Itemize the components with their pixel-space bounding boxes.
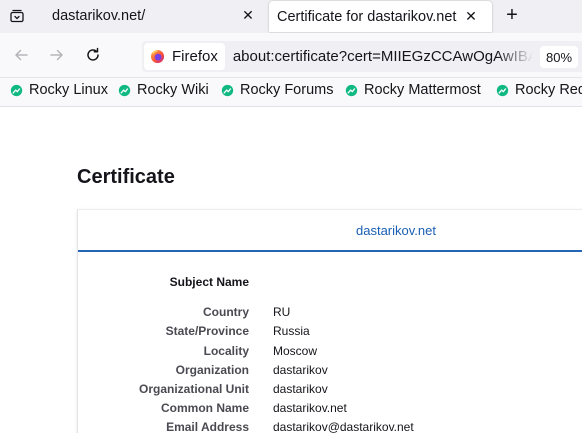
field-value: dastarikov [273, 363, 328, 377]
field-value: dastarikov.net [273, 401, 347, 415]
identity-label: Firefox [172, 48, 218, 65]
tab-dastarikov[interactable]: dastarikov.net/ ✕ [40, 0, 267, 31]
field-label: State/Province [165, 324, 249, 338]
bookmark-label: Rocky Red [515, 82, 582, 98]
tab-strip: dastarikov.net/ ✕ Certificate for dastar… [0, 0, 582, 33]
rocky-logo-icon [496, 84, 509, 96]
close-icon[interactable]: ✕ [462, 8, 480, 26]
url-bar[interactable]: Firefox about:certificate?cert=MIIEGzCCA… [142, 41, 582, 72]
tab-certificate-dastarikov[interactable]: dastarikov.net [78, 210, 582, 252]
tab-title: dastarikov.net/ [52, 7, 146, 24]
firefox-logo-icon [150, 49, 165, 64]
zoom-button[interactable]: 80% [540, 46, 579, 68]
plus-icon[interactable]: + [500, 3, 524, 27]
arrow-right-icon[interactable] [46, 44, 68, 66]
field-value: RU [273, 305, 291, 319]
rocky-logo-icon [118, 84, 131, 96]
identity-box[interactable]: Firefox [144, 43, 225, 70]
field-value: dastarikov [273, 382, 328, 396]
field-row-locality: Locality Moscow [78, 344, 582, 363]
field-value: Moscow [273, 344, 318, 358]
page-title: Certificate [77, 166, 175, 188]
certificate-card: dastarikov.net Subject Name Country RU S… [77, 209, 582, 433]
bookmark-label: Rocky Forums [240, 82, 334, 98]
page-content: Certificate dastarikov.net Subject Name … [0, 108, 582, 433]
rocky-logo-icon [10, 84, 23, 96]
tab-certificate[interactable]: Certificate for dastarikov.net ✕ [269, 1, 492, 32]
field-label: Country [203, 305, 249, 319]
bookmark-label: Rocky Mattermost [364, 82, 481, 98]
bookmark-rocky-linux[interactable]: Rocky Linux [10, 82, 108, 98]
arrow-left-icon[interactable] [10, 44, 32, 66]
field-label: Organizational Unit [138, 382, 249, 396]
cert-tab-label: dastarikov.net [356, 222, 436, 238]
tab-title: Certificate for dastarikov.net [277, 8, 457, 25]
nav-bar: Firefox about:certificate?cert=MIIEGzCCA… [0, 33, 582, 78]
field-row-common-name: Common Name dastarikov.net [78, 401, 582, 420]
field-label: Organization [175, 363, 249, 377]
section-title-subject: Subject Name [169, 275, 249, 289]
field-value: dastarikov@dastarikov.net [273, 420, 414, 433]
bookmark-rocky-wiki[interactable]: Rocky Wiki [118, 82, 209, 98]
field-row-email: Email Address dastarikov@dastarikov.net [78, 420, 582, 433]
bookmark-label: Rocky Wiki [137, 82, 209, 98]
tab-list-icon[interactable] [5, 4, 29, 28]
bookmark-rocky-red[interactable]: Rocky Red [496, 82, 582, 98]
bookmarks-toolbar: Rocky Linux Rocky Wiki Rocky Forums Rock… [0, 78, 582, 107]
close-icon[interactable]: ✕ [239, 7, 257, 25]
field-value: Russia [273, 324, 310, 338]
field-row-organization: Organization dastarikov [78, 363, 582, 382]
url-text[interactable]: about:certificate?cert=MIIEGzCCAwOgAwIBA… [233, 48, 533, 65]
bookmark-label: Rocky Linux [29, 82, 108, 98]
field-label: Locality [203, 344, 249, 358]
field-row-state: State/Province Russia [78, 324, 582, 343]
bookmark-rocky-forums[interactable]: Rocky Forums [221, 82, 333, 98]
rocky-logo-icon [221, 84, 234, 96]
field-label: Email Address [166, 420, 249, 433]
field-row-org-unit: Organizational Unit dastarikov [78, 382, 582, 401]
bookmark-rocky-mattermost[interactable]: Rocky Mattermost [345, 82, 481, 98]
field-row-country: Country RU [78, 305, 582, 324]
rocky-logo-icon [345, 84, 358, 96]
field-label: Common Name [160, 401, 249, 415]
reload-icon[interactable] [82, 44, 104, 66]
